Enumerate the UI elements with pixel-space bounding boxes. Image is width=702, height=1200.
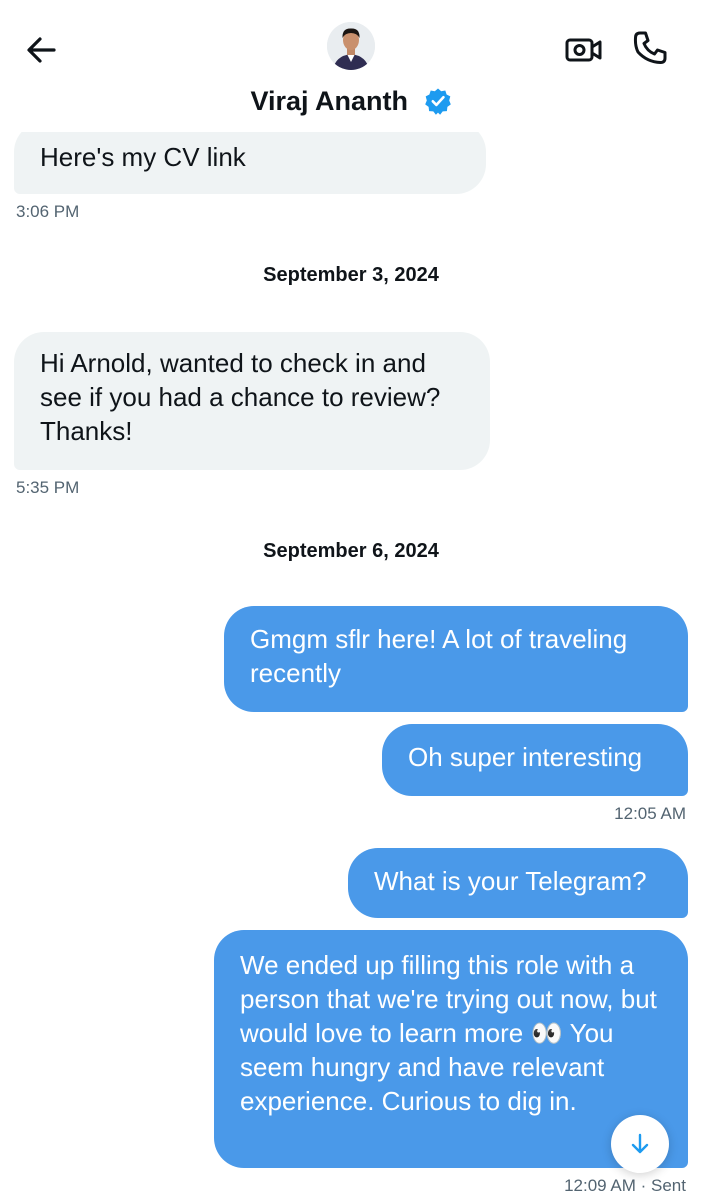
message-text: Gmgm sflr here! A lot of traveling recen… [250, 624, 628, 688]
message-timestamp: 3:06 PM [16, 202, 80, 221]
phone-call-icon [633, 31, 667, 64]
arrow-left-icon [27, 37, 56, 63]
message-timestamp-row: 12:09 AM · Sent [460, 1176, 686, 1196]
video-call-icon [565, 38, 602, 62]
date-separator: September 3, 2024 [263, 264, 439, 286]
message-bubble-outgoing[interactable]: What is your Telegram? [348, 848, 688, 918]
message-bubble-incoming[interactable]: Hi Arnold, wanted to check in and see if… [14, 332, 490, 470]
message-status: Sent [651, 1176, 686, 1195]
back-button[interactable] [22, 30, 62, 70]
message-timestamp: 5:35 PM [16, 478, 80, 497]
video-call-button[interactable] [564, 30, 604, 70]
avatar[interactable] [327, 22, 375, 70]
message-text: We ended up filling this role with a per… [240, 950, 657, 1116]
message-bubble-incoming[interactable]: Here's my CV link [14, 122, 486, 194]
message-text: What is your Telegram? [374, 866, 647, 896]
scroll-to-bottom-button[interactable] [611, 1115, 669, 1173]
message-text: Oh super interesting [408, 742, 643, 772]
conversation-header: Viraj Ananth [0, 0, 702, 132]
phone-call-button[interactable] [630, 28, 670, 68]
arrow-down-icon [631, 1133, 649, 1154]
message-timestamp: 12:05 AM [614, 804, 686, 823]
message-bubble-outgoing[interactable]: Oh super interesting [382, 724, 688, 796]
verified-badge-icon [424, 88, 451, 115]
message-status-separator: · [640, 1176, 652, 1195]
message-bubble-outgoing[interactable]: Gmgm sflr here! A lot of traveling recen… [224, 606, 688, 712]
message-text: Hi Arnold, wanted to check in and see if… [40, 348, 441, 446]
message-text: Here's my CV link [40, 142, 246, 172]
contact-name: Viraj Ananth [250, 86, 408, 116]
message-timestamp: 12:09 AM [564, 1176, 636, 1195]
contact-name-row[interactable]: Viraj Ananth [0, 84, 702, 118]
date-separator: September 6, 2024 [263, 540, 439, 562]
